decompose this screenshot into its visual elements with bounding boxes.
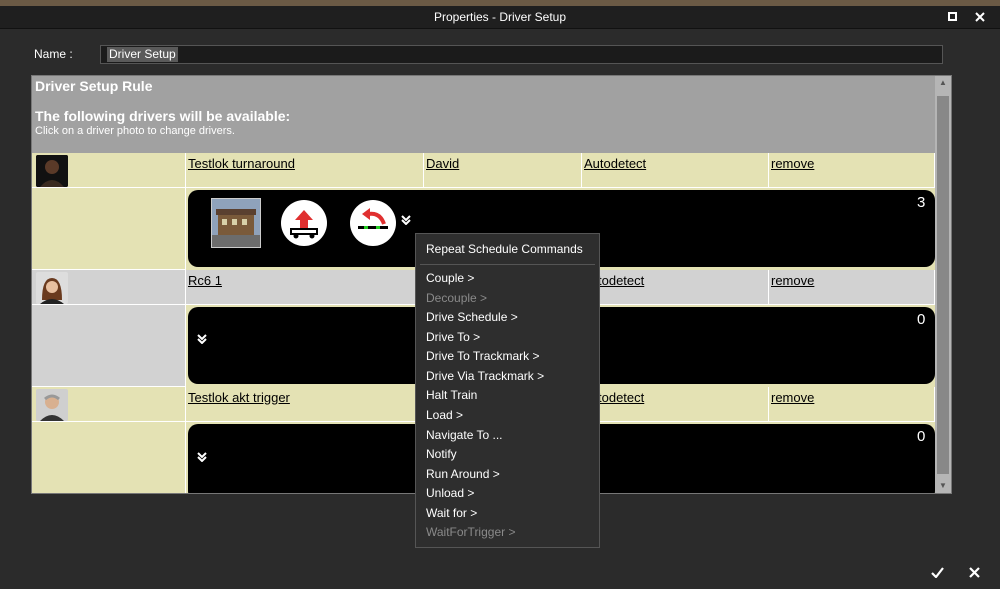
panel-hint: Click on a driver photo to change driver… [35,125,235,137]
schedule-count: 0 [917,311,926,328]
close-icon [968,567,980,578]
cancel-button[interactable] [962,562,986,584]
unload-command-icon[interactable] [281,200,327,246]
scroll-down-arrow-icon[interactable]: ▼ [935,479,951,493]
expand-chevron-icon[interactable] [197,452,207,464]
maximize-button[interactable] [941,6,963,28]
menu-item-drive-to[interactable]: Drive To > [426,330,480,344]
schedule-count: 0 [917,428,926,445]
remove-link[interactable]: remove [771,156,814,171]
driver-name-link[interactable]: David [426,156,459,171]
driver-portrait-icon [36,272,68,304]
train-link[interactable]: Rc6 1 [188,273,222,288]
menu-item-run-around[interactable]: Run Around > [426,467,500,481]
menu-item-halt-train[interactable]: Halt Train [426,388,477,402]
menu-item-unload[interactable]: Unload > [426,486,474,500]
menu-item-load[interactable]: Load > [426,408,463,422]
remove-link[interactable]: remove [771,390,814,405]
driver-photo-avatar[interactable] [36,155,68,187]
close-button[interactable] [969,6,991,28]
menu-separator [420,264,595,265]
square-icon [947,12,957,21]
expand-chevron-icon[interactable] [401,215,411,227]
mode-link[interactable]: todetect [598,390,644,405]
scroll-up-arrow-icon[interactable]: ▲ [935,76,951,90]
menu-item-repeat-schedule-commands[interactable]: Repeat Schedule Commands [426,242,583,256]
menu-item-wait-for[interactable]: Wait for > [426,506,477,520]
panel-title: Driver Setup Rule [35,78,153,94]
window-title: Properties - Driver Setup [433,10,567,24]
industry-command-icon[interactable] [211,198,261,248]
train-link[interactable]: Testlok akt trigger [188,390,290,405]
menu-item-drive-to-trackmark[interactable]: Drive To Trackmark > [426,349,539,363]
menu-item-drive-via-trackmark[interactable]: Drive Via Trackmark > [426,369,544,383]
expand-chevron-icon[interactable] [197,334,207,346]
driver-portrait-icon [36,389,68,421]
driver-photo-avatar[interactable] [36,272,68,304]
driver-portrait-icon [36,155,68,187]
menu-item-wait-for-trigger: WaitForTrigger > [426,525,516,539]
run-around-icon [358,208,388,229]
command-context-menu: Repeat Schedule Commands Couple > Decoup… [415,233,600,548]
row-spacer [32,188,186,270]
building-icon [212,199,260,247]
menu-item-couple[interactable]: Couple > [426,271,474,285]
run-around-command-icon[interactable] [350,200,396,246]
menu-item-navigate-to[interactable]: Navigate To ... [426,428,503,442]
name-input-value: Driver Setup [107,47,178,62]
row-spacer [32,422,186,493]
menu-item-decouple: Decouple > [426,291,488,305]
menu-item-notify[interactable]: Notify [426,447,457,461]
unload-icon [290,210,318,239]
name-label: Name : [34,47,73,61]
name-input[interactable]: Driver Setup [100,45,943,64]
panel-header: Driver Setup Rule The following drivers … [32,76,935,153]
driver-photo-avatar[interactable] [36,389,68,421]
close-icon [975,12,985,22]
scrollbar-thumb[interactable] [937,96,949,474]
remove-link[interactable]: remove [771,273,814,288]
schedule-count: 3 [917,194,926,211]
menu-item-drive-schedule[interactable]: Drive Schedule > [426,310,518,324]
row-spacer [32,305,186,387]
mode-link[interactable]: Autodetect [584,156,646,171]
mode-link[interactable]: todetect [598,273,644,288]
panel-subtitle: The following drivers will be available: [35,108,291,124]
checkmark-icon [930,567,944,579]
train-link[interactable]: Testlok turnaround [188,156,295,171]
ok-button[interactable] [925,562,949,584]
